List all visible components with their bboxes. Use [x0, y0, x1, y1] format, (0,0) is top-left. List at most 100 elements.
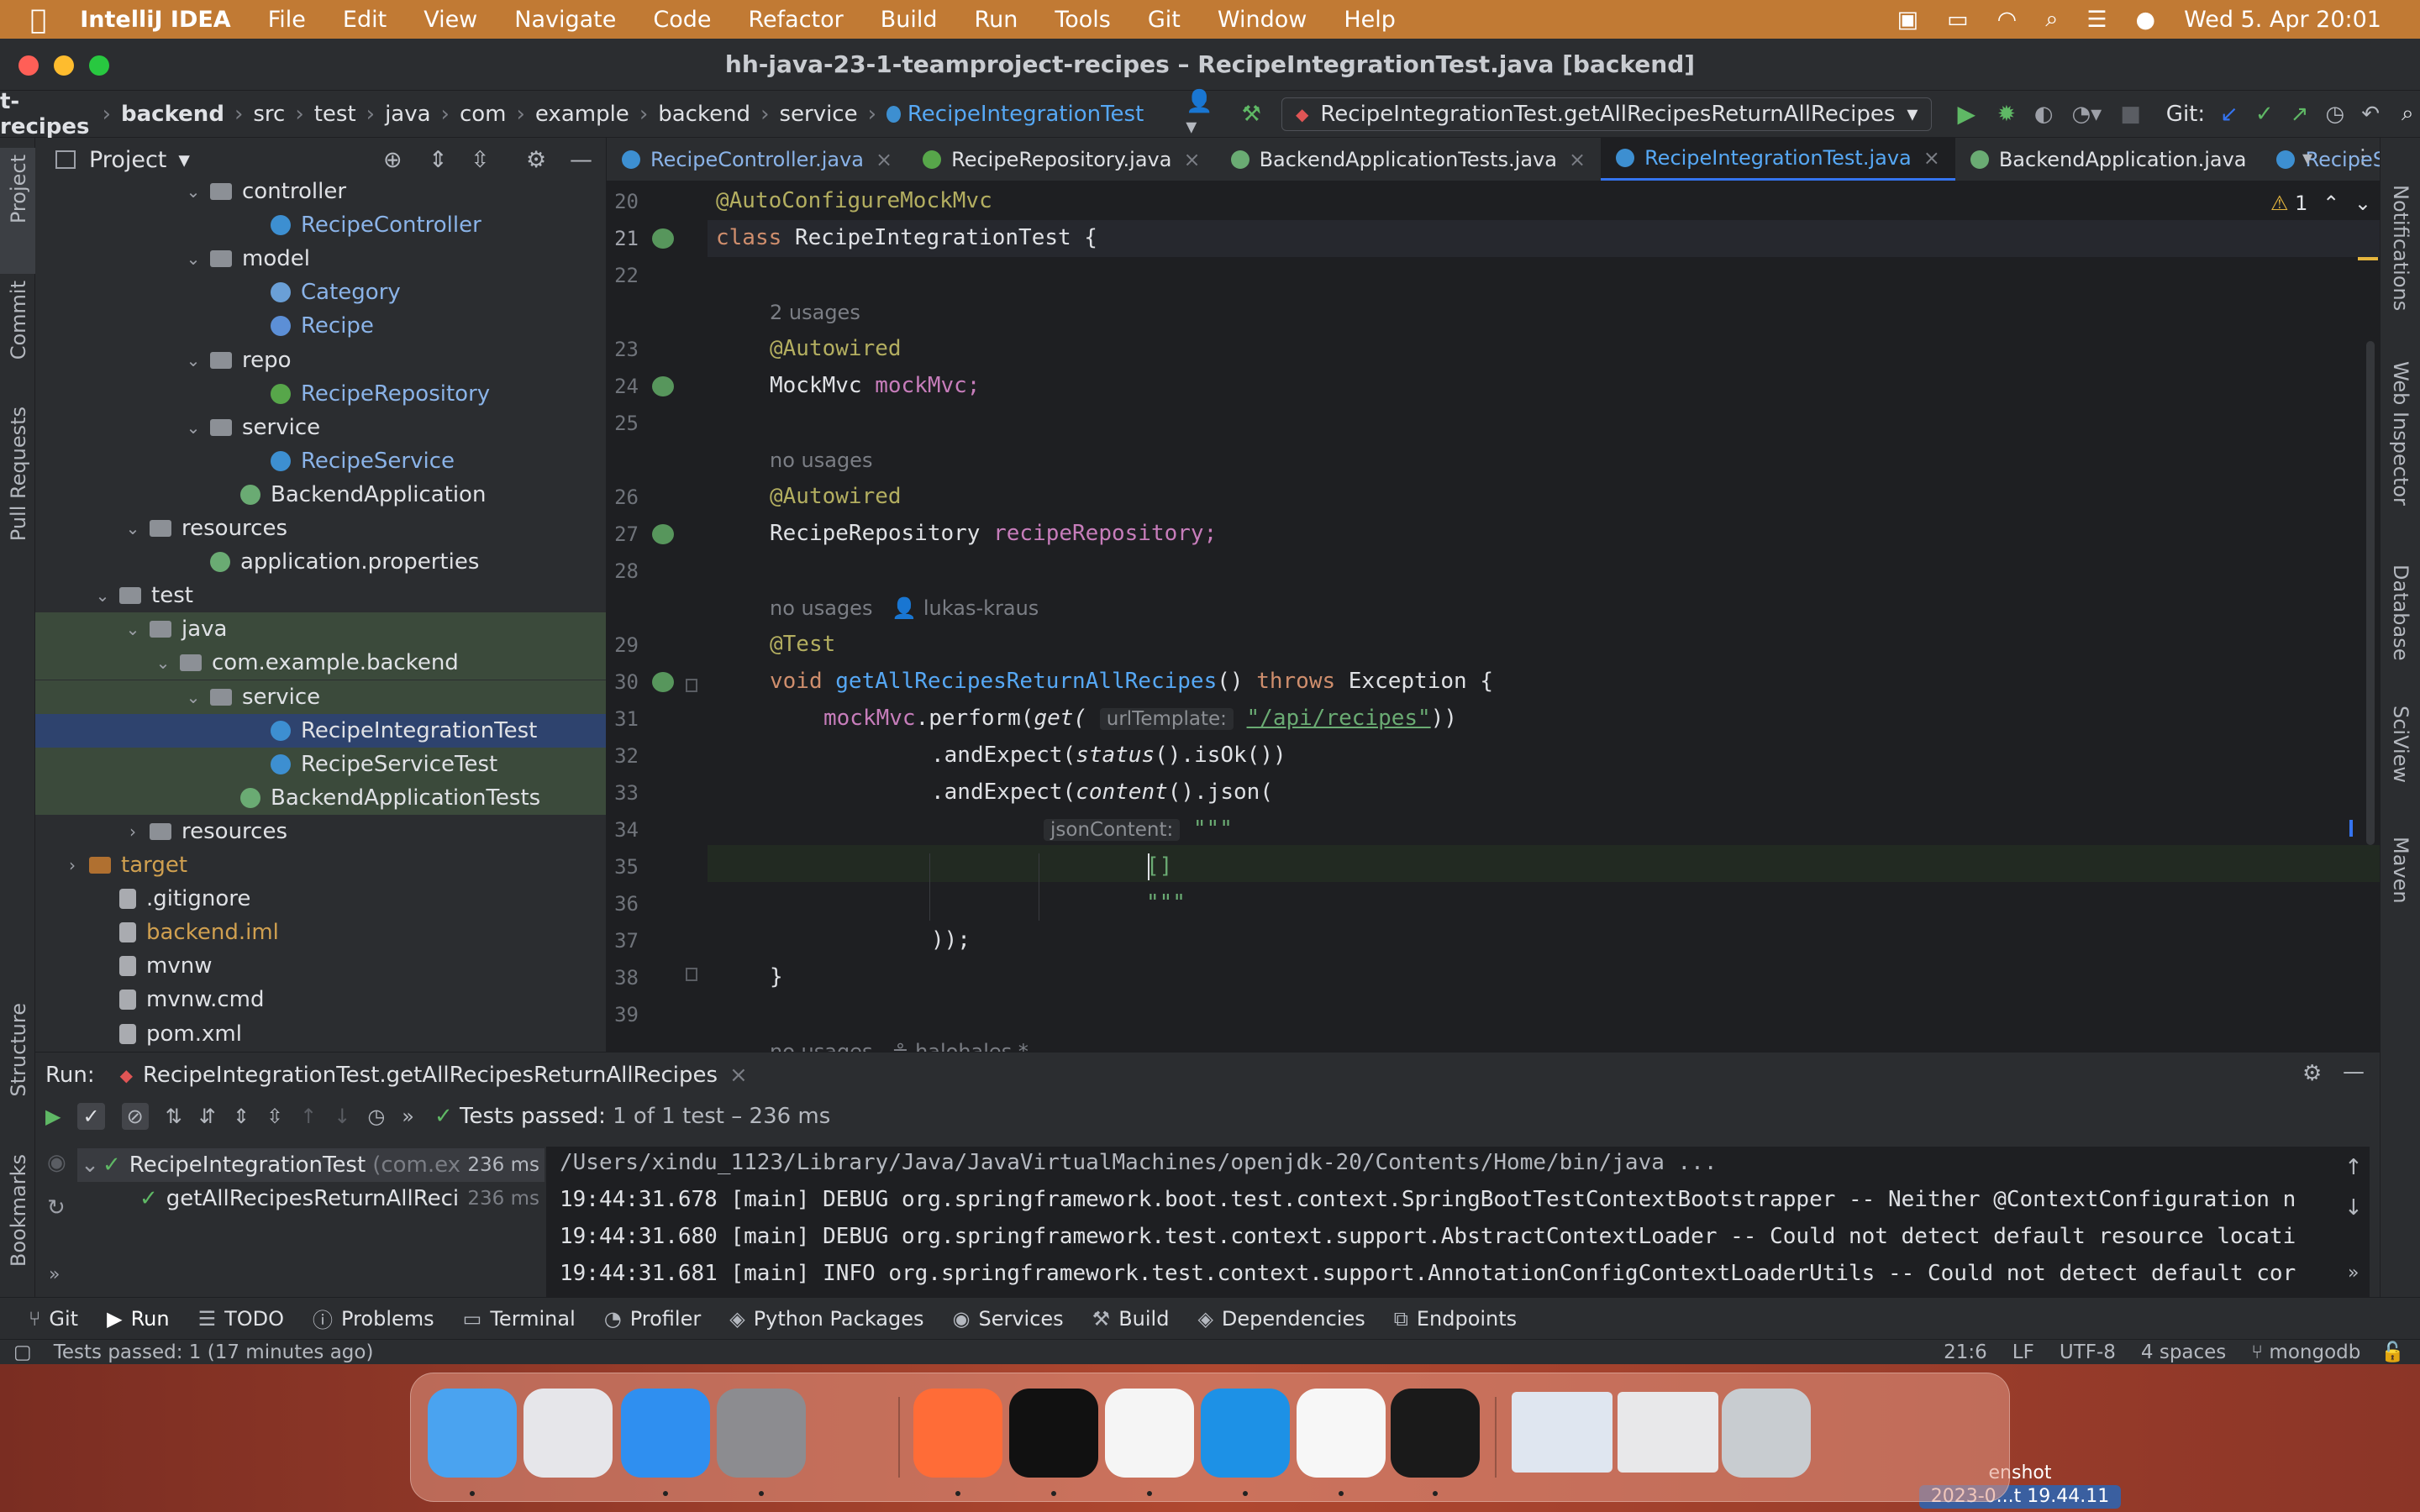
menu-git[interactable]: Git [1148, 7, 1181, 33]
run-icon[interactable]: ▶ [1957, 100, 1975, 128]
wifi-icon[interactable]: ◠ [1997, 7, 2018, 33]
chevron-right-icon[interactable]: › [123, 822, 143, 842]
tree-item[interactable]: mvnw [35, 949, 606, 983]
chevron-down-icon[interactable]: ▾ [178, 147, 190, 173]
menu-code[interactable]: Code [653, 7, 711, 33]
rerun-icon[interactable]: ▶ [45, 1105, 60, 1128]
show-passed-toggle[interactable]: ✓ [77, 1103, 105, 1130]
bookmarks-tool-button[interactable]: Bookmarks [7, 1154, 30, 1267]
safari-icon[interactable] [621, 1389, 710, 1478]
indent-setting[interactable]: 4 spaces [2141, 1341, 2226, 1363]
usages-hint[interactable]: no usages 👤 lukas-kraus [770, 596, 1039, 620]
terminal-icon[interactable] [1009, 1389, 1098, 1478]
stop-icon[interactable]: ■ [2120, 102, 2141, 127]
tree-item[interactable]: ⌄ com.example.backend [35, 646, 606, 680]
collapse-all-icon[interactable]: ⇳ [266, 1105, 283, 1128]
tree-item[interactable]: RecipeRepository [35, 377, 606, 411]
spotlight-icon[interactable]: ⌕ [2045, 6, 2058, 33]
tree-item[interactable]: › target [35, 848, 606, 882]
sort-alpha-icon[interactable]: ⇅ [166, 1105, 182, 1128]
breadcrumb-item[interactable]: java [385, 102, 430, 127]
tree-item[interactable]: RecipeServiceTest [35, 747, 606, 781]
hide-panel-icon[interactable]: — [2343, 1059, 2365, 1084]
preview-2-icon[interactable] [1618, 1392, 1718, 1473]
database-tool-button[interactable]: Database [2389, 564, 2412, 661]
project-tool-button[interactable]: Project [7, 155, 30, 223]
warning-indicator[interactable]: ⚠ 1 ⌃ ⌄ [2270, 192, 2371, 215]
chevron-down-icon[interactable]: ⌄ [153, 653, 173, 673]
tree-item[interactable]: BackendApplication [35, 478, 606, 512]
toggle-auto-test-icon[interactable]: ↻ [47, 1195, 66, 1221]
tool-tab-git[interactable]: ⑂ Git [29, 1307, 78, 1331]
more-icon[interactable]: » [2348, 1263, 2359, 1284]
chevron-up-icon[interactable]: ⌃ [2323, 192, 2339, 215]
tool-tab-services[interactable]: ◉ Services [953, 1307, 1064, 1331]
hide-panel-icon[interactable]: — [570, 147, 592, 173]
menu-window[interactable]: Window [1218, 7, 1307, 33]
intellij-icon[interactable] [1391, 1389, 1480, 1478]
line-separator[interactable]: LF [2012, 1341, 2034, 1363]
tool-tab-dependencies[interactable]: ◈ Dependencies [1197, 1307, 1365, 1331]
pin-icon[interactable]: ◉ [47, 1150, 66, 1175]
chevron-down-icon[interactable]: ⌄ [123, 619, 143, 639]
prev-failed-icon[interactable]: ↑ [300, 1105, 317, 1128]
bean-icon[interactable] [652, 524, 674, 544]
chevron-down-icon[interactable]: ⌄ [2354, 192, 2371, 215]
run-test-icon[interactable] [652, 672, 674, 692]
next-failed-icon[interactable]: ↓ [334, 1105, 350, 1128]
chevron-down-icon[interactable]: ⌄ [183, 350, 203, 370]
status-message[interactable]: Tests passed: 1 (17 minutes ago) [54, 1341, 374, 1363]
run-configuration-select[interactable]: ◆ RecipeIntegrationTest.getAllRecipesRet… [1281, 97, 1933, 131]
menu-file[interactable]: File [268, 7, 306, 33]
more-icon[interactable]: » [402, 1105, 414, 1128]
warning-marker[interactable] [2358, 257, 2378, 260]
layout-icon[interactable]: ▢ [13, 1341, 32, 1363]
tree-item[interactable]: ⌄ service [35, 411, 606, 444]
scroll-up-icon[interactable]: ↑ [2344, 1155, 2363, 1180]
breadcrumb-item[interactable]: service [779, 102, 857, 127]
debug-icon[interactable]: ✹ [1997, 102, 2016, 127]
tree-item[interactable]: application.properties [35, 545, 606, 579]
run-tab-title[interactable]: RecipeIntegrationTest.getAllRecipesRetur… [143, 1063, 718, 1088]
docker-icon[interactable] [1201, 1389, 1290, 1478]
editor-tab[interactable]: RecipeController.java × [607, 138, 908, 181]
tree-item[interactable]: ⌄ repo [35, 344, 606, 377]
fold-icon[interactable] [686, 679, 697, 692]
tool-tab-todo[interactable]: ☰ TODO [198, 1307, 284, 1331]
editor-tab[interactable]: BackendApplication.java [1955, 138, 2262, 181]
sort-duration-icon[interactable]: ⇵ [199, 1105, 216, 1128]
run-test-icon[interactable] [652, 228, 674, 249]
tree-item[interactable]: RecipeController [35, 208, 606, 242]
structure-tool-button[interactable]: Structure [7, 1003, 30, 1097]
expand-all-icon[interactable]: ⇕ [233, 1105, 250, 1128]
coverage-icon[interactable]: ◐ [2034, 102, 2054, 127]
system-settings-icon[interactable] [717, 1389, 806, 1478]
locate-icon[interactable]: ⊕ [383, 147, 402, 173]
chevron-down-icon[interactable]: ⌄ [92, 585, 113, 606]
notifications-tool-button[interactable]: Notifications [2389, 185, 2412, 311]
menu-build[interactable]: Build [881, 7, 938, 33]
breadcrumb-item[interactable]: backend [121, 102, 224, 127]
breadcrumb-item[interactable]: com [460, 102, 507, 127]
breadcrumb-item[interactable]: backend [658, 102, 750, 127]
file-encoding[interactable]: UTF-8 [2060, 1341, 2116, 1363]
gear-icon[interactable]: ⚙ [2302, 1061, 2322, 1086]
build-hammer-icon[interactable]: ⚒ [1242, 102, 1261, 127]
menu-view[interactable]: View [424, 7, 477, 33]
chevron-down-icon[interactable]: ⌄ [183, 249, 203, 269]
tree-item[interactable]: .gitignore [35, 882, 606, 916]
tree-item[interactable]: RecipeIntegrationTest [35, 713, 606, 748]
battery-icon[interactable]: ▭ [1947, 7, 1969, 33]
chevron-down-icon[interactable]: ⌄ [183, 417, 203, 438]
siri-icon[interactable]: ● [2136, 7, 2156, 33]
git-update-icon[interactable]: ↙ [2220, 102, 2238, 127]
code-editor[interactable]: 20 21 22 23 24 25 26 27 28 29 30 31 32 33 34 35 36 37 38 39… [607, 181, 2380, 1052]
apple-icon[interactable]:  [30, 3, 46, 35]
sciview-tool-button[interactable]: SciView [2389, 706, 2412, 783]
finder-icon[interactable] [428, 1389, 517, 1478]
tool-tab-python-packages[interactable]: ◈ Python Packages [729, 1307, 923, 1331]
git-history-icon[interactable]: ◷ [2326, 102, 2345, 127]
commit-tool-button[interactable]: Commit [7, 281, 30, 360]
close-icon[interactable]: × [1923, 146, 1940, 170]
breadcrumb-item[interactable]: src [253, 102, 285, 127]
